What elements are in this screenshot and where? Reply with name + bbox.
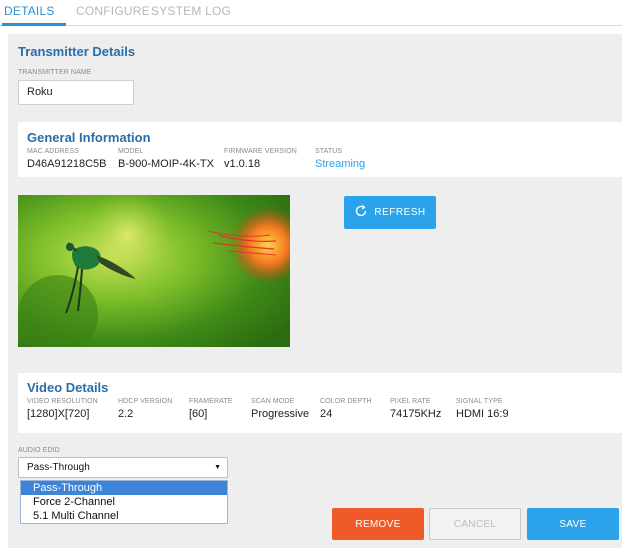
refresh-icon (354, 204, 368, 221)
video-details-card: Video Details VIDEO RESOLUTION [1280]X[7… (18, 373, 622, 433)
transmitter-name-label: TRANSMITTER NAME (18, 69, 92, 76)
pixel-rate-label: PIXEL RATE (390, 398, 431, 405)
tab-configure[interactable]: CONFIGURE (76, 4, 150, 18)
scan-mode-value: Progressive (251, 408, 310, 420)
cancel-button[interactable]: CANCEL (429, 508, 521, 540)
signal-type-label: SIGNAL TYPE (456, 398, 503, 405)
refresh-label: REFRESH (374, 207, 426, 218)
details-panel: Transmitter Details TRANSMITTER NAME Rok… (8, 34, 622, 548)
mac-address-value: D46A91218C5B (27, 158, 107, 170)
refresh-button[interactable]: REFRESH (344, 196, 436, 229)
hdcp-version-label: HDCP VERSION (118, 398, 173, 405)
general-information-title: General Information (27, 130, 151, 145)
active-tab-indicator (2, 23, 66, 26)
framerate-label: FRAMERATE (189, 398, 233, 405)
video-details-title: Video Details (27, 380, 109, 395)
signal-type-value: HDMI 16:9 (456, 408, 509, 420)
firmware-version-value: v1.0.18 (224, 158, 261, 170)
tab-bar: DETAILS CONFIGURE SYSTEM LOG (0, 0, 622, 26)
status-label: STATUS (315, 148, 343, 155)
scan-mode-label: SCAN MODE (251, 398, 295, 405)
video-resolution-label: VIDEO RESOLUTION (27, 398, 98, 405)
tab-details[interactable]: DETAILS (4, 4, 55, 18)
audio-option-force-2-channel[interactable]: Force 2-Channel (21, 495, 227, 509)
framerate-value: [60] (189, 408, 208, 420)
status-value: Streaming (315, 158, 366, 170)
audio-edid-select[interactable]: Pass-Through ▼ (18, 457, 228, 478)
transmitter-name-input[interactable]: Roku (18, 80, 134, 105)
mac-address-label: MAC ADDRESS (27, 148, 80, 155)
color-depth-label: COLOR DEPTH (320, 398, 372, 405)
audio-edid-label: AUDIO EDID (18, 447, 60, 454)
save-button[interactable]: SAVE (527, 508, 619, 540)
general-information-card: General Information MAC ADDRESS D46A9121… (18, 122, 622, 177)
remove-button[interactable]: REMOVE (332, 508, 424, 540)
pixel-rate-value: 74175KHz (390, 408, 442, 420)
audio-option-pass-through[interactable]: Pass-Through (21, 481, 227, 495)
audio-edid-dropdown: Pass-Through Force 2-Channel 5.1 Multi C… (20, 480, 228, 524)
dropdown-arrow-icon: ▼ (214, 464, 221, 471)
transmitter-details-title: Transmitter Details (18, 44, 136, 59)
hdcp-version-value: 2.2 (118, 408, 134, 420)
model-label: MODEL (118, 148, 144, 155)
firmware-version-label: FIRMWARE VERSION (224, 148, 297, 155)
color-depth-value: 24 (320, 408, 333, 420)
video-preview-image (18, 195, 290, 347)
video-resolution-value: [1280]X[720] (27, 408, 90, 420)
model-value: B-900-MOIP-4K-TX (118, 158, 214, 170)
audio-edid-selected-value: Pass-Through (27, 462, 90, 473)
tab-system-log[interactable]: SYSTEM LOG (151, 4, 231, 18)
audio-option-5-1-multi-channel[interactable]: 5.1 Multi Channel (21, 509, 227, 523)
